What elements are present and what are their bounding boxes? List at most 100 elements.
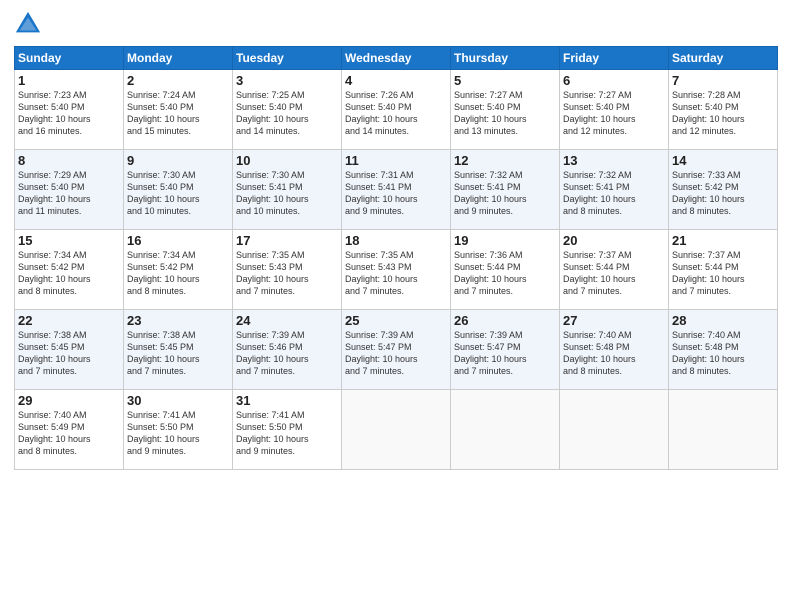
page: SundayMondayTuesdayWednesdayThursdayFrid… (0, 0, 792, 612)
day-number: 4 (345, 73, 447, 88)
calendar-cell: 25Sunrise: 7:39 AM Sunset: 5:47 PM Dayli… (342, 310, 451, 390)
calendar-cell: 26Sunrise: 7:39 AM Sunset: 5:47 PM Dayli… (451, 310, 560, 390)
calendar-header-thursday: Thursday (451, 47, 560, 70)
day-info: Sunrise: 7:39 AM Sunset: 5:47 PM Dayligh… (345, 329, 447, 378)
calendar-header-tuesday: Tuesday (233, 47, 342, 70)
day-number: 3 (236, 73, 338, 88)
calendar-header-row: SundayMondayTuesdayWednesdayThursdayFrid… (15, 47, 778, 70)
calendar-cell: 12Sunrise: 7:32 AM Sunset: 5:41 PM Dayli… (451, 150, 560, 230)
day-number: 24 (236, 313, 338, 328)
calendar-cell: 5Sunrise: 7:27 AM Sunset: 5:40 PM Daylig… (451, 70, 560, 150)
day-info: Sunrise: 7:35 AM Sunset: 5:43 PM Dayligh… (236, 249, 338, 298)
calendar-week-1: 8Sunrise: 7:29 AM Sunset: 5:40 PM Daylig… (15, 150, 778, 230)
day-number: 19 (454, 233, 556, 248)
day-number: 14 (672, 153, 774, 168)
day-info: Sunrise: 7:32 AM Sunset: 5:41 PM Dayligh… (563, 169, 665, 218)
logo-icon (14, 10, 42, 38)
day-number: 12 (454, 153, 556, 168)
day-number: 28 (672, 313, 774, 328)
day-info: Sunrise: 7:29 AM Sunset: 5:40 PM Dayligh… (18, 169, 120, 218)
calendar-cell: 30Sunrise: 7:41 AM Sunset: 5:50 PM Dayli… (124, 390, 233, 470)
day-number: 29 (18, 393, 120, 408)
calendar-cell: 17Sunrise: 7:35 AM Sunset: 5:43 PM Dayli… (233, 230, 342, 310)
day-info: Sunrise: 7:37 AM Sunset: 5:44 PM Dayligh… (563, 249, 665, 298)
calendar-header-friday: Friday (560, 47, 669, 70)
calendar-cell: 13Sunrise: 7:32 AM Sunset: 5:41 PM Dayli… (560, 150, 669, 230)
day-info: Sunrise: 7:41 AM Sunset: 5:50 PM Dayligh… (236, 409, 338, 458)
calendar-header-sunday: Sunday (15, 47, 124, 70)
calendar-cell (669, 390, 778, 470)
day-info: Sunrise: 7:38 AM Sunset: 5:45 PM Dayligh… (18, 329, 120, 378)
day-number: 9 (127, 153, 229, 168)
day-info: Sunrise: 7:34 AM Sunset: 5:42 PM Dayligh… (127, 249, 229, 298)
calendar-cell: 10Sunrise: 7:30 AM Sunset: 5:41 PM Dayli… (233, 150, 342, 230)
day-number: 27 (563, 313, 665, 328)
calendar-cell: 18Sunrise: 7:35 AM Sunset: 5:43 PM Dayli… (342, 230, 451, 310)
calendar-cell: 21Sunrise: 7:37 AM Sunset: 5:44 PM Dayli… (669, 230, 778, 310)
day-number: 5 (454, 73, 556, 88)
calendar-cell: 27Sunrise: 7:40 AM Sunset: 5:48 PM Dayli… (560, 310, 669, 390)
day-number: 13 (563, 153, 665, 168)
day-info: Sunrise: 7:36 AM Sunset: 5:44 PM Dayligh… (454, 249, 556, 298)
day-number: 11 (345, 153, 447, 168)
day-number: 7 (672, 73, 774, 88)
calendar-cell: 15Sunrise: 7:34 AM Sunset: 5:42 PM Dayli… (15, 230, 124, 310)
day-number: 17 (236, 233, 338, 248)
day-info: Sunrise: 7:30 AM Sunset: 5:40 PM Dayligh… (127, 169, 229, 218)
calendar-cell: 7Sunrise: 7:28 AM Sunset: 5:40 PM Daylig… (669, 70, 778, 150)
day-number: 22 (18, 313, 120, 328)
day-number: 30 (127, 393, 229, 408)
day-info: Sunrise: 7:31 AM Sunset: 5:41 PM Dayligh… (345, 169, 447, 218)
day-number: 10 (236, 153, 338, 168)
calendar-cell: 1Sunrise: 7:23 AM Sunset: 5:40 PM Daylig… (15, 70, 124, 150)
day-info: Sunrise: 7:38 AM Sunset: 5:45 PM Dayligh… (127, 329, 229, 378)
day-info: Sunrise: 7:39 AM Sunset: 5:46 PM Dayligh… (236, 329, 338, 378)
day-info: Sunrise: 7:40 AM Sunset: 5:49 PM Dayligh… (18, 409, 120, 458)
calendar-cell (560, 390, 669, 470)
calendar-cell: 22Sunrise: 7:38 AM Sunset: 5:45 PM Dayli… (15, 310, 124, 390)
calendar-cell: 24Sunrise: 7:39 AM Sunset: 5:46 PM Dayli… (233, 310, 342, 390)
calendar-header-wednesday: Wednesday (342, 47, 451, 70)
day-number: 18 (345, 233, 447, 248)
day-info: Sunrise: 7:33 AM Sunset: 5:42 PM Dayligh… (672, 169, 774, 218)
calendar-week-4: 29Sunrise: 7:40 AM Sunset: 5:49 PM Dayli… (15, 390, 778, 470)
calendar-cell: 20Sunrise: 7:37 AM Sunset: 5:44 PM Dayli… (560, 230, 669, 310)
day-info: Sunrise: 7:34 AM Sunset: 5:42 PM Dayligh… (18, 249, 120, 298)
calendar-header-saturday: Saturday (669, 47, 778, 70)
day-number: 2 (127, 73, 229, 88)
day-info: Sunrise: 7:26 AM Sunset: 5:40 PM Dayligh… (345, 89, 447, 138)
day-number: 15 (18, 233, 120, 248)
day-info: Sunrise: 7:32 AM Sunset: 5:41 PM Dayligh… (454, 169, 556, 218)
day-info: Sunrise: 7:25 AM Sunset: 5:40 PM Dayligh… (236, 89, 338, 138)
day-info: Sunrise: 7:28 AM Sunset: 5:40 PM Dayligh… (672, 89, 774, 138)
day-number: 31 (236, 393, 338, 408)
day-info: Sunrise: 7:23 AM Sunset: 5:40 PM Dayligh… (18, 89, 120, 138)
day-info: Sunrise: 7:40 AM Sunset: 5:48 PM Dayligh… (563, 329, 665, 378)
calendar-week-0: 1Sunrise: 7:23 AM Sunset: 5:40 PM Daylig… (15, 70, 778, 150)
calendar-week-3: 22Sunrise: 7:38 AM Sunset: 5:45 PM Dayli… (15, 310, 778, 390)
calendar-cell: 28Sunrise: 7:40 AM Sunset: 5:48 PM Dayli… (669, 310, 778, 390)
calendar-cell: 4Sunrise: 7:26 AM Sunset: 5:40 PM Daylig… (342, 70, 451, 150)
calendar-table: SundayMondayTuesdayWednesdayThursdayFrid… (14, 46, 778, 470)
day-number: 21 (672, 233, 774, 248)
day-info: Sunrise: 7:24 AM Sunset: 5:40 PM Dayligh… (127, 89, 229, 138)
calendar-cell: 14Sunrise: 7:33 AM Sunset: 5:42 PM Dayli… (669, 150, 778, 230)
day-info: Sunrise: 7:37 AM Sunset: 5:44 PM Dayligh… (672, 249, 774, 298)
header (14, 10, 778, 38)
calendar-cell: 8Sunrise: 7:29 AM Sunset: 5:40 PM Daylig… (15, 150, 124, 230)
calendar-cell (342, 390, 451, 470)
calendar-header-monday: Monday (124, 47, 233, 70)
day-number: 1 (18, 73, 120, 88)
day-number: 25 (345, 313, 447, 328)
calendar-cell: 6Sunrise: 7:27 AM Sunset: 5:40 PM Daylig… (560, 70, 669, 150)
calendar-week-2: 15Sunrise: 7:34 AM Sunset: 5:42 PM Dayli… (15, 230, 778, 310)
calendar-cell: 3Sunrise: 7:25 AM Sunset: 5:40 PM Daylig… (233, 70, 342, 150)
day-number: 20 (563, 233, 665, 248)
logo (14, 10, 46, 38)
day-info: Sunrise: 7:41 AM Sunset: 5:50 PM Dayligh… (127, 409, 229, 458)
day-number: 6 (563, 73, 665, 88)
calendar-cell: 16Sunrise: 7:34 AM Sunset: 5:42 PM Dayli… (124, 230, 233, 310)
calendar-cell: 29Sunrise: 7:40 AM Sunset: 5:49 PM Dayli… (15, 390, 124, 470)
calendar-cell: 23Sunrise: 7:38 AM Sunset: 5:45 PM Dayli… (124, 310, 233, 390)
day-info: Sunrise: 7:39 AM Sunset: 5:47 PM Dayligh… (454, 329, 556, 378)
